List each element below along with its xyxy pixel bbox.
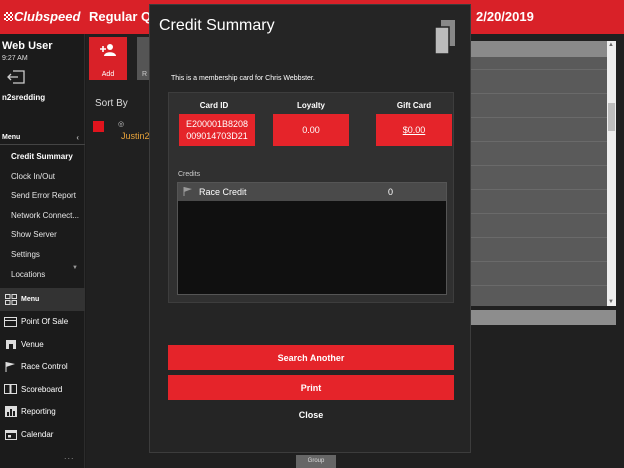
logout-icon[interactable] bbox=[6, 70, 26, 84]
racer-name[interactable]: Justin2 bbox=[121, 131, 150, 141]
dialog-title: Credit Summary bbox=[159, 17, 275, 34]
nav-item-reporting[interactable]: Reporting bbox=[0, 401, 85, 424]
user-name: Web User bbox=[2, 40, 53, 52]
flag-icon bbox=[183, 186, 193, 198]
grid-divider bbox=[468, 237, 608, 238]
chevron-left-icon[interactable]: ‹ bbox=[76, 133, 79, 142]
grid-divider bbox=[468, 213, 608, 214]
credits-list: Race Credit 0 bbox=[177, 182, 447, 295]
sort-by-label[interactable]: Sort By bbox=[95, 98, 128, 109]
racer-select-checkbox[interactable] bbox=[93, 121, 104, 132]
grid-divider bbox=[468, 285, 608, 286]
grid-divider bbox=[468, 261, 608, 262]
card-icon bbox=[434, 19, 456, 55]
menu-header-label: Menu bbox=[2, 134, 21, 141]
credit-summary-dialog: Credit Summary This is a membership card… bbox=[149, 4, 471, 453]
add-user-icon bbox=[100, 43, 117, 61]
credit-value: 0 bbox=[388, 187, 394, 197]
nav-label-point-of-sale: Point Of Sale bbox=[21, 317, 69, 327]
card-id-value: E200001B8208 009014703D21 bbox=[179, 114, 255, 146]
nav-item-scoreboard[interactable]: Scoreboard bbox=[0, 378, 85, 401]
grid-divider bbox=[468, 117, 608, 118]
session-date: 2/20/2019 bbox=[476, 9, 534, 24]
flag-icon bbox=[4, 361, 17, 373]
racer-grid-scrollbar[interactable]: ▲ ▼ bbox=[607, 41, 616, 306]
site-name: n2sredding bbox=[2, 93, 46, 102]
grid-divider bbox=[468, 69, 608, 70]
close-button[interactable]: Close bbox=[168, 402, 454, 427]
nav-item-point-of-sale[interactable]: Point Of Sale bbox=[0, 311, 85, 334]
menu-item-settings[interactable]: Settings bbox=[0, 245, 85, 265]
grid-divider bbox=[468, 165, 608, 166]
racer-grid-header bbox=[468, 41, 616, 57]
search-another-button[interactable]: Search Another bbox=[168, 345, 454, 370]
grid-divider bbox=[468, 93, 608, 94]
grid-divider bbox=[468, 141, 608, 142]
racer-grid bbox=[468, 41, 616, 306]
nav-item-calendar[interactable]: Calendar bbox=[0, 423, 85, 446]
user-time: 9:27 AM bbox=[2, 55, 28, 62]
menu-item-send-error-report[interactable]: Send Error Report bbox=[0, 186, 85, 206]
nav-label-menu: Menu bbox=[21, 295, 40, 303]
loyalty-value: 0.00 bbox=[273, 114, 349, 146]
menu-list: Credit Summary Clock In/Out Send Error R… bbox=[0, 147, 85, 284]
venue-icon bbox=[4, 339, 17, 350]
chart-icon bbox=[4, 406, 17, 418]
menu-item-credit-summary[interactable]: Credit Summary bbox=[0, 147, 85, 167]
card-summary-panel: Card ID Loyalty Gift Card E200001B8208 0… bbox=[168, 92, 454, 303]
nav-label-scoreboard: Scoreboard bbox=[21, 384, 63, 394]
grid-divider bbox=[468, 189, 608, 190]
menu-item-show-server[interactable]: Show Server bbox=[0, 225, 85, 245]
clubspeed-logo: Clubspeed bbox=[4, 9, 80, 24]
card-id-header: Card ID bbox=[199, 101, 229, 110]
scroll-up-icon[interactable]: ▲ bbox=[608, 42, 614, 48]
membership-note: This is a membership card for Chris Webb… bbox=[171, 75, 315, 82]
nav-label-calendar: Calendar bbox=[21, 429, 54, 439]
nav-label-reporting: Reporting bbox=[21, 407, 56, 417]
sidebar: Web User 9:27 AM n2sredding Menu ‹ Credit… bbox=[0, 34, 85, 468]
grid-icon bbox=[4, 293, 17, 305]
racer-status-icon: ◎ bbox=[118, 121, 125, 128]
credit-name: Race Credit bbox=[199, 187, 247, 197]
nav-label-venue: Venue bbox=[21, 339, 44, 349]
menu-header[interactable]: Menu ‹ bbox=[0, 131, 85, 145]
app-window: Clubspeed Regular Qu 2/20/2019 Web User … bbox=[0, 0, 624, 468]
credits-label: Credits bbox=[178, 171, 201, 178]
scrollbar-thumb[interactable] bbox=[608, 103, 615, 131]
menu-item-clock-in-out[interactable]: Clock In/Out bbox=[0, 167, 85, 187]
scroll-down-icon[interactable]: ▼ bbox=[608, 299, 614, 305]
checkered-flag-icon bbox=[4, 12, 13, 21]
more-icon[interactable]: ... bbox=[64, 451, 75, 461]
nav-label-race-control: Race Control bbox=[21, 362, 68, 372]
add-button-label: Add bbox=[101, 71, 115, 78]
nav-item-venue[interactable]: Venue bbox=[0, 333, 85, 356]
credit-row[interactable]: Race Credit 0 bbox=[178, 183, 446, 201]
scoreboard-icon bbox=[4, 384, 17, 395]
nav-item-race-control[interactable]: Race Control bbox=[0, 356, 85, 379]
racer-grid-footer bbox=[468, 310, 616, 325]
calendar-icon bbox=[4, 429, 17, 440]
loyalty-header: Loyalty bbox=[296, 101, 325, 110]
gift-card-header: Gift Card bbox=[396, 101, 432, 110]
nav-list: Menu Point Of Sale Venue Race Control Sc… bbox=[0, 288, 85, 446]
nav-item-menu[interactable]: Menu bbox=[0, 288, 85, 311]
scroll-down-icon[interactable]: ▼ bbox=[72, 265, 78, 271]
add-racer-button[interactable]: Add bbox=[89, 37, 127, 80]
gift-card-value[interactable]: $0.00 bbox=[376, 114, 452, 146]
group-button[interactable]: Group bbox=[296, 455, 336, 468]
secondary-button-label: R bbox=[142, 71, 148, 78]
print-button[interactable]: Print bbox=[168, 375, 454, 400]
register-icon bbox=[4, 316, 17, 327]
logo-text: Clubspeed bbox=[14, 9, 81, 24]
menu-item-network-connect[interactable]: Network Connect... bbox=[0, 206, 85, 226]
